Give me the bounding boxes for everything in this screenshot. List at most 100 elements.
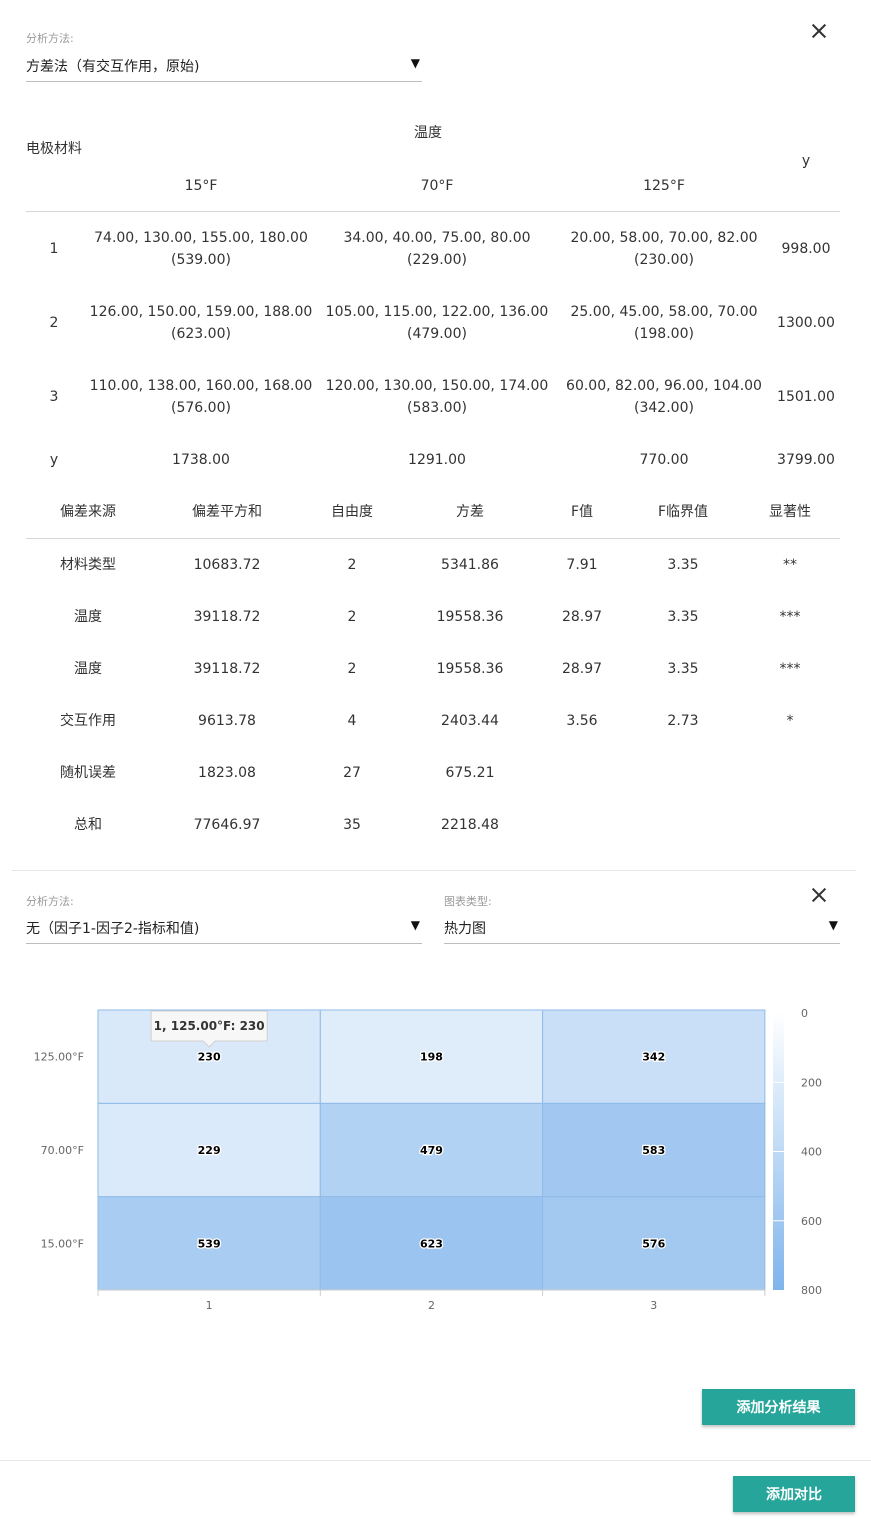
variance-header: 显著性 [769, 504, 811, 520]
variance-cell: 3.35 [667, 609, 699, 625]
variance-cell: 交互作用 [60, 713, 116, 729]
heatmap-cell-label: 539 [198, 1237, 221, 1250]
legend-tick-label: 0 [801, 1007, 808, 1020]
dropdown-arrow-icon: ▼ [410, 56, 420, 70]
section-divider [12, 870, 856, 871]
grand-total: 3799.00 [777, 452, 835, 468]
x-axis-tick-label: 3 [650, 1299, 657, 1312]
variance-header: 偏差来源 [60, 504, 116, 520]
variance-cell: 39118.72 [193, 661, 261, 677]
y-axis-tick-label: 70.00°F [41, 1144, 84, 1157]
legend-tick-label: 400 [801, 1146, 822, 1159]
heatmap-cell-label: 230 [198, 1051, 221, 1064]
close-icon[interactable] [809, 21, 829, 41]
heatmap-cell-label: 623 [420, 1237, 443, 1250]
cell-values: 20.00, 58.00, 70.00, 82.00 [570, 230, 758, 246]
cell-sum: (342.00) [634, 400, 694, 416]
cell-sum: (230.00) [634, 252, 694, 268]
heatmap-cell-label: 479 [420, 1144, 443, 1157]
heatmap-cell-label: 198 [420, 1051, 443, 1064]
column-level-label: 15°F [184, 178, 218, 194]
cell-values: 105.00, 115.00, 122.00, 136.00 [325, 304, 549, 320]
variance-cell: 2 [347, 609, 357, 625]
chart-type-select[interactable]: 热力图 ▼ [444, 912, 840, 944]
chart-method-value: 无（因子1-因子2-指标和值) [26, 921, 200, 937]
cell-sum: (479.00) [407, 326, 467, 342]
chart-method-select[interactable]: 无（因子1-因子2-指标和值) ▼ [26, 912, 422, 944]
variance-cell: 2218.48 [441, 817, 499, 833]
cell-sum: (198.00) [634, 326, 694, 342]
total-column-label: y [801, 153, 811, 169]
heatmap-cell-label: 342 [642, 1051, 665, 1064]
variance-header: 自由度 [331, 504, 373, 520]
variance-cell: 27 [343, 765, 361, 781]
y-axis-tick-label: 125.00°F [34, 1051, 84, 1064]
chart-type-value: 热力图 [444, 921, 486, 937]
variance-cell: 35 [343, 817, 361, 833]
legend-tick-label: 200 [801, 1076, 822, 1089]
heatmap-cell-label: 229 [198, 1144, 221, 1157]
variance-cell: 4 [347, 713, 357, 729]
variance-cell: 9613.78 [198, 713, 256, 729]
cell-values: 74.00, 130.00, 155.00, 180.00 [94, 230, 308, 246]
chart-type-label: 图表类型: [444, 895, 492, 908]
variance-header: 方差 [456, 504, 484, 520]
column-level-label: 125°F [643, 178, 685, 194]
cell-sum: (539.00) [171, 252, 231, 268]
variance-cell: 2 [347, 661, 357, 677]
add-compare-button[interactable]: 添加对比 [733, 1476, 855, 1512]
variance-cell: 5341.86 [441, 557, 499, 573]
footer-divider [0, 1460, 871, 1461]
heatmap-cell-label: 576 [642, 1237, 665, 1250]
variance-cell: 2.73 [667, 713, 699, 729]
variance-header-divider [26, 538, 840, 539]
dropdown-arrow-icon: ▼ [828, 918, 838, 932]
variance-header: 偏差平方和 [192, 504, 262, 520]
variance-cell: 19558.36 [436, 661, 504, 677]
cell-sum: (576.00) [171, 400, 231, 416]
cell-values: 34.00, 40.00, 75.00, 80.00 [343, 230, 531, 246]
variance-cell: 3.35 [667, 557, 699, 573]
variance-cell: 2 [347, 557, 357, 573]
variance-cell: 19558.36 [436, 609, 504, 625]
legend-tick-label: 800 [801, 1284, 822, 1297]
heatmap-cell-label: 583 [642, 1144, 665, 1157]
row-total: 1300.00 [777, 315, 835, 331]
variance-cell: 随机误差 [60, 765, 116, 781]
variance-cell: 1823.08 [198, 765, 256, 781]
column-total: 1291.00 [408, 452, 466, 468]
column-level-label: 70°F [420, 178, 454, 194]
method-select[interactable]: 方差法（有交互作用，原始) ▼ [26, 50, 422, 82]
cell-sum: (583.00) [407, 400, 467, 416]
variance-header: F临界值 [657, 504, 709, 520]
method-value: 方差法（有交互作用，原始) [26, 59, 200, 75]
cell-values: 126.00, 150.00, 159.00, 188.00 [89, 304, 313, 320]
variance-cell: ** [783, 557, 797, 573]
row-total: 1501.00 [777, 389, 835, 405]
variance-cell: 材料类型 [60, 557, 116, 573]
column-group-label: 温度 [414, 125, 442, 141]
column-total: 770.00 [639, 452, 689, 468]
variance-cell: *** [779, 609, 801, 625]
cell-values: 110.00, 138.00, 160.00, 168.00 [89, 378, 313, 394]
column-total: 1738.00 [172, 452, 230, 468]
x-axis-tick-label: 2 [428, 1299, 435, 1312]
variance-cell: 总和 [74, 817, 102, 833]
row-header-label: 电极材料 [26, 141, 82, 157]
close-chart-icon[interactable] [809, 885, 829, 905]
dropdown-arrow-icon: ▼ [410, 918, 420, 932]
variance-cell: *** [779, 661, 801, 677]
chart-method-label: 分析方法: [26, 895, 74, 908]
variance-cell: 3.35 [667, 661, 699, 677]
variance-cell: 39118.72 [193, 609, 261, 625]
add-analysis-result-button[interactable]: 添加分析结果 [702, 1389, 855, 1425]
cell-values: 60.00, 82.00, 96.00, 104.00 [566, 378, 762, 394]
tooltip-text: 1, 125.00°F: 230 [154, 1019, 265, 1033]
variance-cell: 77646.97 [193, 817, 261, 833]
total-row-label: y [49, 452, 59, 468]
heatmap-chart: 539 623 576229 479 583230 198 34215.00°F70.00°… [34, 1007, 822, 1312]
row-label: 3 [49, 389, 59, 405]
variance-cell: 2403.44 [441, 713, 499, 729]
row-label: 1 [49, 241, 59, 257]
variance-cell: * [786, 713, 794, 729]
